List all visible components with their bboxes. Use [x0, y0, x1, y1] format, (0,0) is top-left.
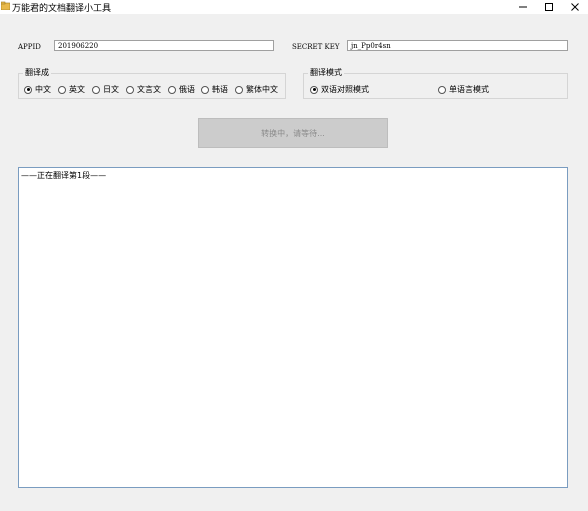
radio-unchecked-icon: [438, 85, 446, 94]
mode-option-label: 单语言模式: [449, 85, 489, 94]
radio-unchecked-icon: [126, 85, 134, 94]
radio-unchecked-icon: [235, 85, 243, 94]
appid-input[interactable]: 201906220: [54, 40, 274, 51]
lang-option-label: 中文: [35, 85, 51, 94]
minimize-icon: [519, 6, 527, 8]
minimize-button[interactable]: [510, 0, 536, 14]
mode-option-monolingual[interactable]: 单语言模式: [438, 84, 489, 95]
translation-mode-title: 翻译模式: [308, 67, 344, 78]
maximize-icon: [545, 3, 553, 11]
output-progress-text: ——正在翻译第1段——: [21, 171, 107, 180]
lang-option-label: 韩语: [212, 85, 228, 94]
app-folder-icon: [1, 1, 10, 10]
mode-option-bilingual[interactable]: 双语对照模式: [310, 84, 369, 95]
target-language-title: 翻译成: [23, 67, 51, 78]
lang-option-label: 俄语: [179, 85, 195, 94]
close-icon: [571, 3, 579, 11]
radio-unchecked-icon: [92, 85, 100, 94]
radio-checked-icon: [24, 85, 32, 94]
lang-option-chinese[interactable]: 中文: [24, 84, 51, 95]
lang-option-label: 繁体中文: [246, 85, 278, 94]
title-bar: 万能君的文档翻译小工具: [0, 0, 588, 14]
window-title: 万能君的文档翻译小工具: [12, 4, 112, 14]
radio-unchecked-icon: [58, 85, 66, 94]
lang-option-traditional[interactable]: 繁体中文: [235, 84, 278, 95]
lang-option-japanese[interactable]: 日文: [92, 84, 119, 95]
lang-option-classical[interactable]: 文言文: [126, 84, 161, 95]
secret-key-input[interactable]: jn_Pp0r4sn: [347, 40, 568, 51]
close-button[interactable]: [562, 0, 588, 14]
secret-key-label: SECRET KEY: [292, 43, 340, 51]
radio-unchecked-icon: [168, 85, 176, 94]
lang-option-english[interactable]: 英文: [58, 84, 85, 95]
lang-option-label: 英文: [69, 85, 85, 94]
radio-unchecked-icon: [201, 85, 209, 94]
convert-button[interactable]: 转换中，请等待...: [198, 118, 388, 148]
maximize-button[interactable]: [536, 0, 562, 14]
lang-option-label: 文言文: [137, 85, 161, 94]
lang-option-russian[interactable]: 俄语: [168, 84, 195, 95]
lang-option-label: 日文: [103, 85, 119, 94]
radio-checked-icon: [310, 85, 318, 94]
lang-option-korean[interactable]: 韩语: [201, 84, 228, 95]
output-textarea[interactable]: ——正在翻译第1段——: [18, 167, 568, 488]
mode-option-label: 双语对照模式: [321, 85, 369, 94]
appid-label: APPID: [18, 43, 41, 51]
